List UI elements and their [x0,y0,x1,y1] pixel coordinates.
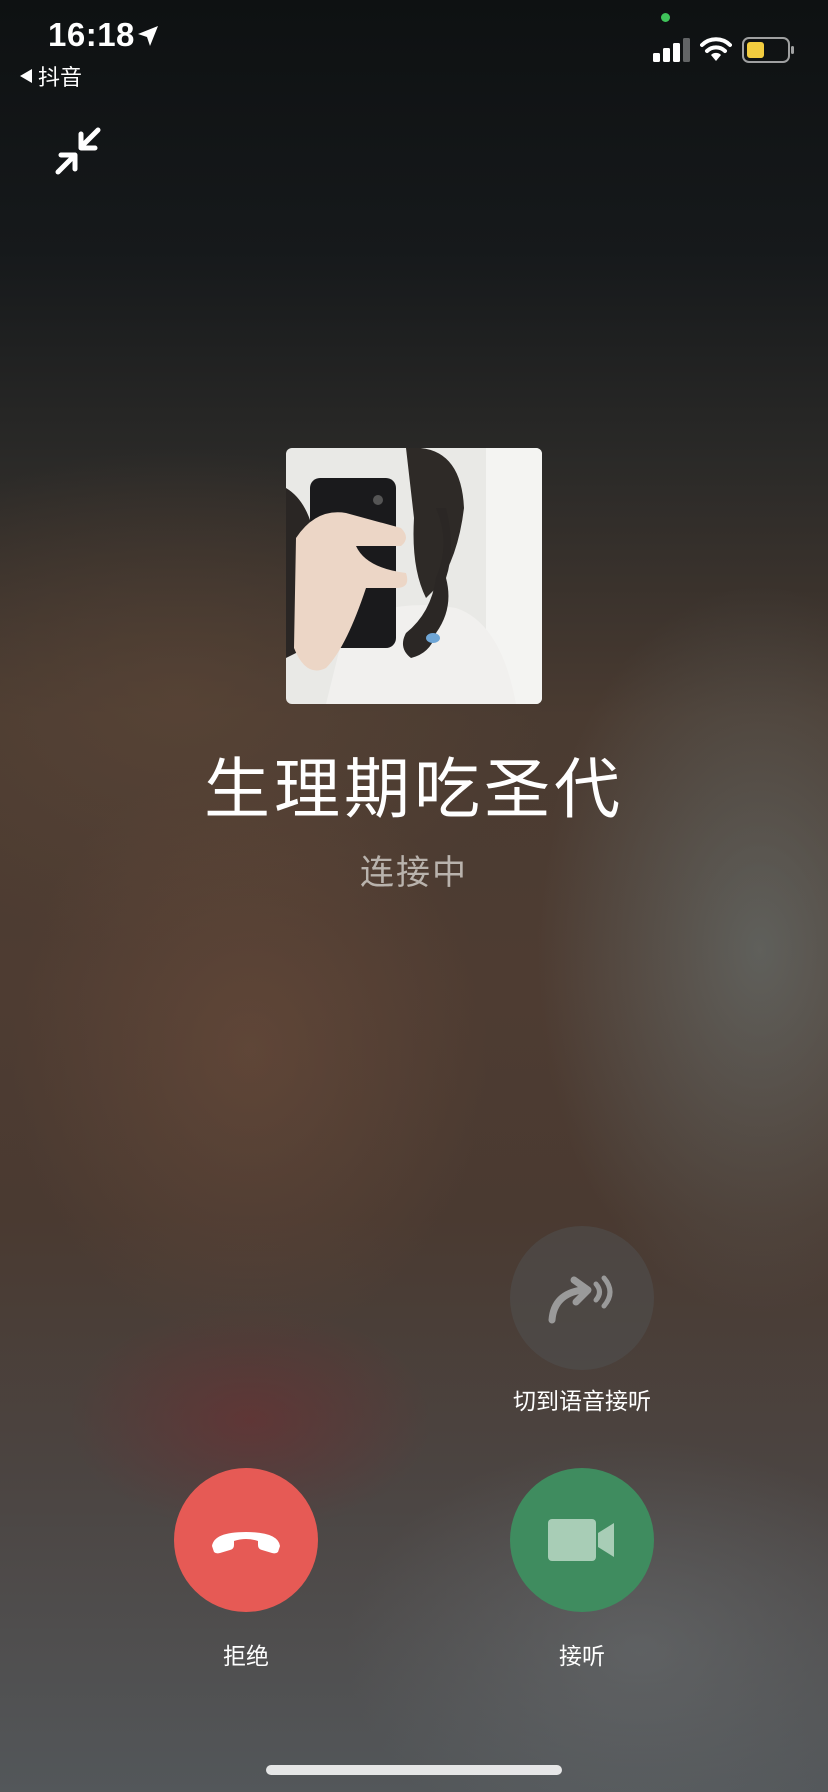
back-triangle-icon [20,69,32,83]
accept-label: 接听 [559,1644,605,1670]
camera-indicator-dot [661,13,670,22]
decline-call-button[interactable] [174,1468,318,1612]
accept-call-button[interactable] [510,1468,654,1612]
switch-to-voice-button[interactable] [510,1226,654,1370]
hang-up-phone-icon [212,1532,280,1554]
decline-label: 拒绝 [223,1644,269,1670]
wifi-icon [700,37,732,61]
caller-avatar [286,448,542,704]
home-indicator[interactable] [266,1765,562,1775]
status-time: 16:18 [48,16,135,53]
location-arrow-icon [138,26,158,46]
back-to-app-button[interactable]: 抖音 [20,60,82,92]
video-camera-icon [548,1519,614,1561]
voice-redirect-icon [548,1275,613,1324]
back-app-label: 抖音 [38,66,83,91]
call-status: 连接中 [360,853,468,893]
cellular-signal-icon [653,38,690,62]
incoming-video-call-screen: 16:18 抖音 生理期吃圣代 连接中 切到语音接听 拒绝 接听 [0,0,828,1792]
battery-icon [742,37,794,63]
minimize-arrows-icon[interactable] [50,124,106,180]
caller-name: 生理期吃圣代 [204,751,624,828]
switch-to-voice-label: 切到语音接听 [513,1389,651,1415]
